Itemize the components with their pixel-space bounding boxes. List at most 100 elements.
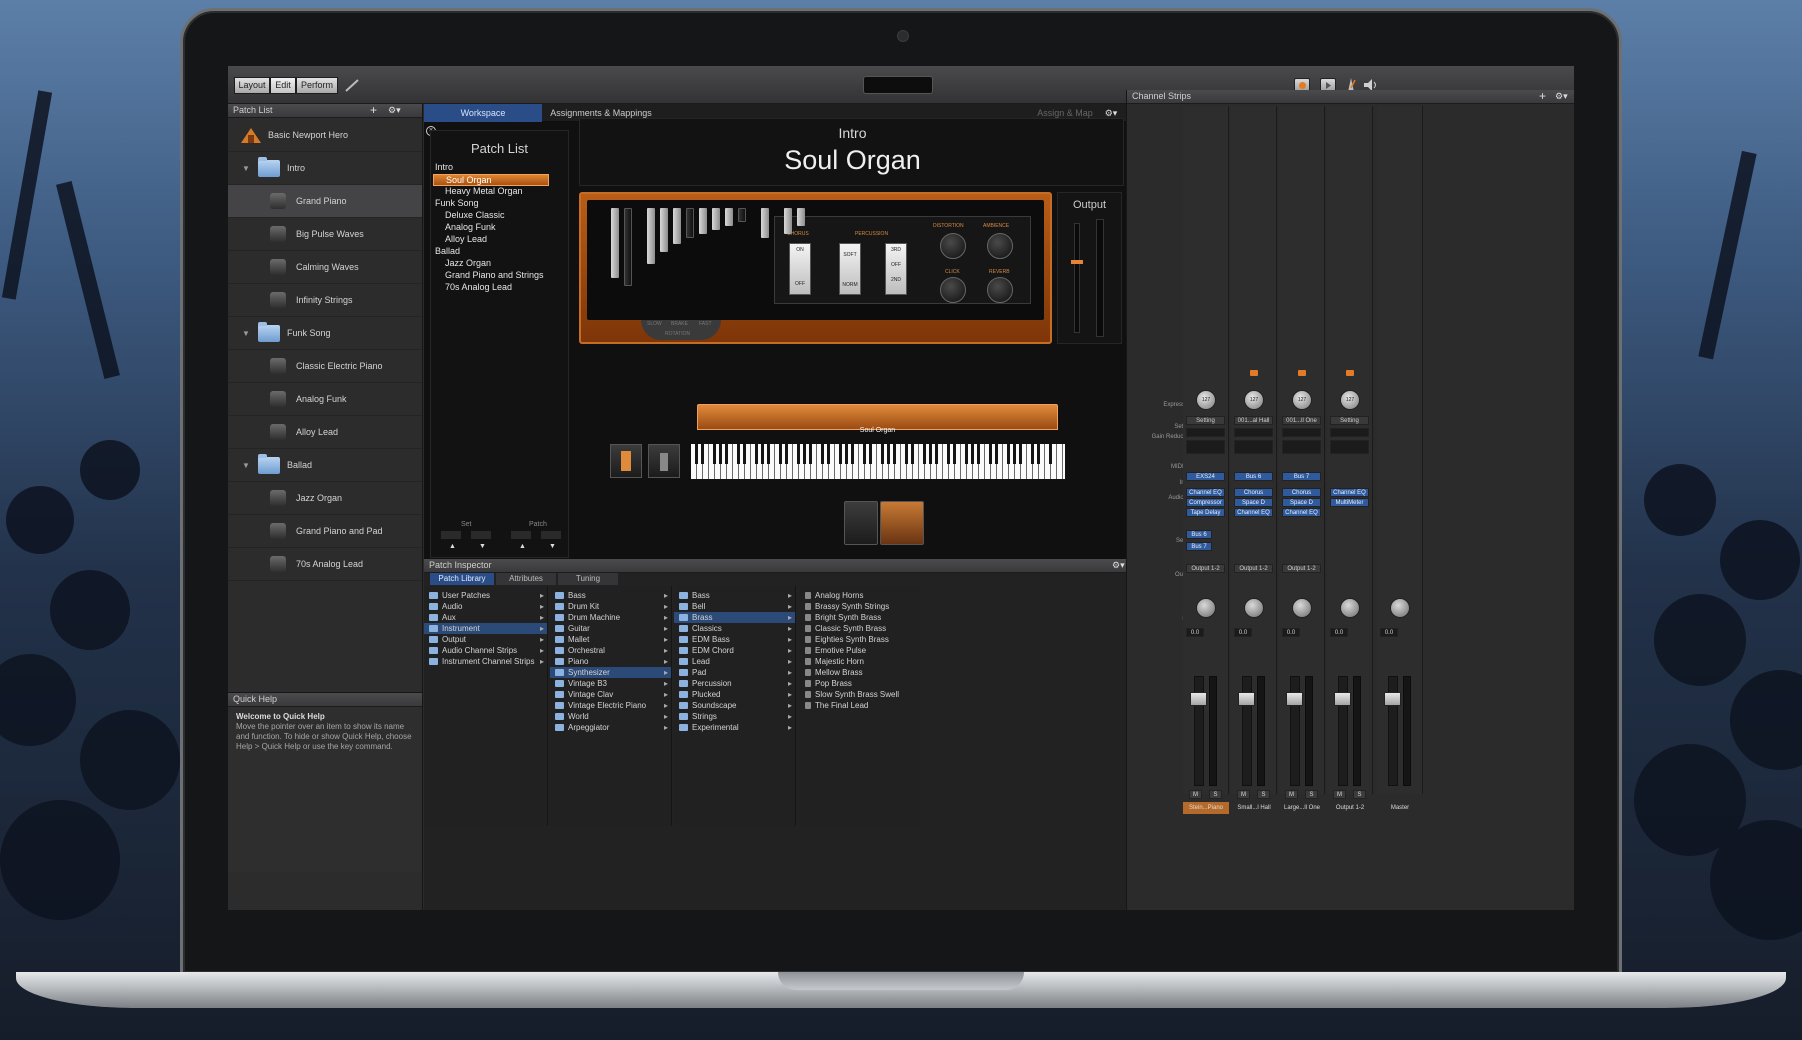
- library-item[interactable]: Arpeggiator ▸: [550, 722, 671, 733]
- eq-thumbnail[interactable]: [1186, 440, 1225, 454]
- library-item[interactable]: Bright Synth Brass: [800, 612, 920, 623]
- drawbar[interactable]: [686, 208, 694, 238]
- black-key[interactable]: [755, 444, 758, 464]
- strips-gear-icon[interactable]: ⚙▾: [1555, 90, 1568, 103]
- black-key[interactable]: [1049, 444, 1052, 464]
- distortion-knob[interactable]: [940, 233, 966, 259]
- output-slot[interactable]: Output 1-2: [1186, 564, 1225, 573]
- black-key[interactable]: [911, 444, 914, 464]
- mute-button[interactable]: M: [1285, 790, 1298, 799]
- library-item[interactable]: Classics ▸: [674, 623, 795, 634]
- output-fader[interactable]: [1071, 223, 1083, 333]
- click-knob[interactable]: [940, 277, 966, 303]
- black-key[interactable]: [845, 444, 848, 464]
- concert-item[interactable]: Basic Newport Hero: [228, 119, 422, 152]
- setting-button[interactable]: 001...ll One: [1282, 416, 1321, 425]
- pitch-wheel[interactable]: [610, 444, 642, 478]
- patch-list-entry[interactable]: Grand Piano and Strings: [445, 270, 544, 280]
- black-key[interactable]: [743, 444, 746, 464]
- patch-list-entry[interactable]: Ballad: [435, 246, 460, 256]
- library-item[interactable]: Vintage B3 ▸: [550, 678, 671, 689]
- pan-knob[interactable]: [1340, 598, 1360, 618]
- library-item[interactable]: Audio ▸: [424, 601, 547, 612]
- black-key[interactable]: [701, 444, 704, 464]
- pan-knob[interactable]: [1292, 598, 1312, 618]
- black-key[interactable]: [893, 444, 896, 464]
- black-key[interactable]: [725, 444, 728, 464]
- drawbar[interactable]: [784, 208, 792, 234]
- tab-patch-library[interactable]: Patch Library: [430, 573, 494, 585]
- library-item[interactable]: Piano ▸: [550, 656, 671, 667]
- black-key[interactable]: [785, 444, 788, 464]
- edit-button[interactable]: Edit: [270, 77, 296, 94]
- black-key[interactable]: [851, 444, 854, 464]
- fader-cap[interactable]: [1334, 692, 1351, 706]
- library-item[interactable]: Pad ▸: [674, 667, 795, 678]
- black-key[interactable]: [965, 444, 968, 464]
- audio-fx-slot[interactable]: Space D: [1234, 498, 1273, 507]
- black-key[interactable]: [695, 444, 698, 464]
- black-key[interactable]: [947, 444, 950, 464]
- library-item[interactable]: Experimental ▸: [674, 722, 795, 733]
- library-item[interactable]: Instrument ▸: [424, 623, 547, 634]
- patch-list-entry[interactable]: 70s Analog Lead: [445, 282, 512, 292]
- audio-fx-slot[interactable]: Channel EQ: [1186, 488, 1225, 497]
- tab-tuning[interactable]: Tuning: [558, 573, 618, 585]
- library-item[interactable]: EDM Bass ▸: [674, 634, 795, 645]
- black-key[interactable]: [767, 444, 770, 464]
- tab-workspace[interactable]: Workspace: [424, 104, 542, 122]
- library-item[interactable]: Audio Channel Strips ▸: [424, 645, 547, 656]
- input-slot[interactable]: EXS24: [1186, 472, 1225, 481]
- black-key[interactable]: [989, 444, 992, 464]
- black-key[interactable]: [869, 444, 872, 464]
- black-key[interactable]: [971, 444, 974, 464]
- black-key[interactable]: [887, 444, 890, 464]
- library-item[interactable]: EDM Chord ▸: [674, 645, 795, 656]
- patch-item[interactable]: Classic Electric Piano: [228, 350, 422, 383]
- strip-name[interactable]: Small...l Hall: [1231, 802, 1277, 814]
- solo-button[interactable]: S: [1209, 790, 1222, 799]
- black-key[interactable]: [821, 444, 824, 464]
- patch-up-button[interactable]: ▲: [519, 543, 526, 550]
- perform-button[interactable]: Perform: [296, 77, 338, 94]
- library-item[interactable]: Bell ▸: [674, 601, 795, 612]
- library-item[interactable]: Bass ▸: [550, 590, 671, 601]
- drawbar[interactable]: [660, 208, 668, 252]
- input-slot[interactable]: Bus 6: [1234, 472, 1273, 481]
- solo-button[interactable]: S: [1305, 790, 1318, 799]
- reverb-knob[interactable]: [987, 277, 1013, 303]
- patch-list-entry[interactable]: Deluxe Classic: [445, 210, 505, 220]
- library-item[interactable]: Plucked ▸: [674, 689, 795, 700]
- black-key[interactable]: [839, 444, 842, 464]
- mute-button[interactable]: M: [1237, 790, 1250, 799]
- strip-name[interactable]: Output 1-2: [1327, 802, 1373, 814]
- library-item[interactable]: User Patches ▸: [424, 590, 547, 601]
- fader-cap[interactable]: [1384, 692, 1401, 706]
- expression-knob[interactable]: 127: [1244, 390, 1264, 410]
- audio-fx-slot[interactable]: Channel EQ: [1282, 508, 1321, 517]
- sustain-pedal[interactable]: [880, 501, 924, 545]
- mute-button[interactable]: M: [1333, 790, 1346, 799]
- audio-fx-slot[interactable]: Channel EQ: [1330, 488, 1369, 497]
- library-item[interactable]: The Final Lead: [800, 700, 920, 711]
- library-item[interactable]: Pop Brass: [800, 678, 920, 689]
- library-item[interactable]: Brassy Synth Strings: [800, 601, 920, 612]
- tab-attributes[interactable]: Attributes: [496, 573, 556, 585]
- setting-button[interactable]: Setting: [1186, 416, 1225, 425]
- piano-keys[interactable]: [691, 444, 1065, 479]
- set-item[interactable]: ▼ Ballad: [228, 449, 422, 482]
- inspector-gear-icon[interactable]: ⚙▾: [1112, 559, 1125, 572]
- patch-item[interactable]: Analog Funk: [228, 383, 422, 416]
- fader-cap[interactable]: [1238, 692, 1255, 706]
- black-key[interactable]: [1007, 444, 1010, 464]
- eq-thumbnail[interactable]: [1282, 440, 1321, 454]
- drawbar[interactable]: [797, 208, 805, 226]
- tuner-icon[interactable]: [344, 77, 360, 93]
- patch-list-entry[interactable]: Analog Funk: [445, 222, 496, 232]
- audio-fx-slot[interactable]: MultiMeter: [1330, 498, 1369, 507]
- solo-button[interactable]: S: [1353, 790, 1366, 799]
- black-key[interactable]: [1031, 444, 1034, 464]
- library-item[interactable]: Output ▸: [424, 634, 547, 645]
- strip-name[interactable]: Large...ll One: [1279, 802, 1325, 814]
- drawbar[interactable]: [673, 208, 681, 244]
